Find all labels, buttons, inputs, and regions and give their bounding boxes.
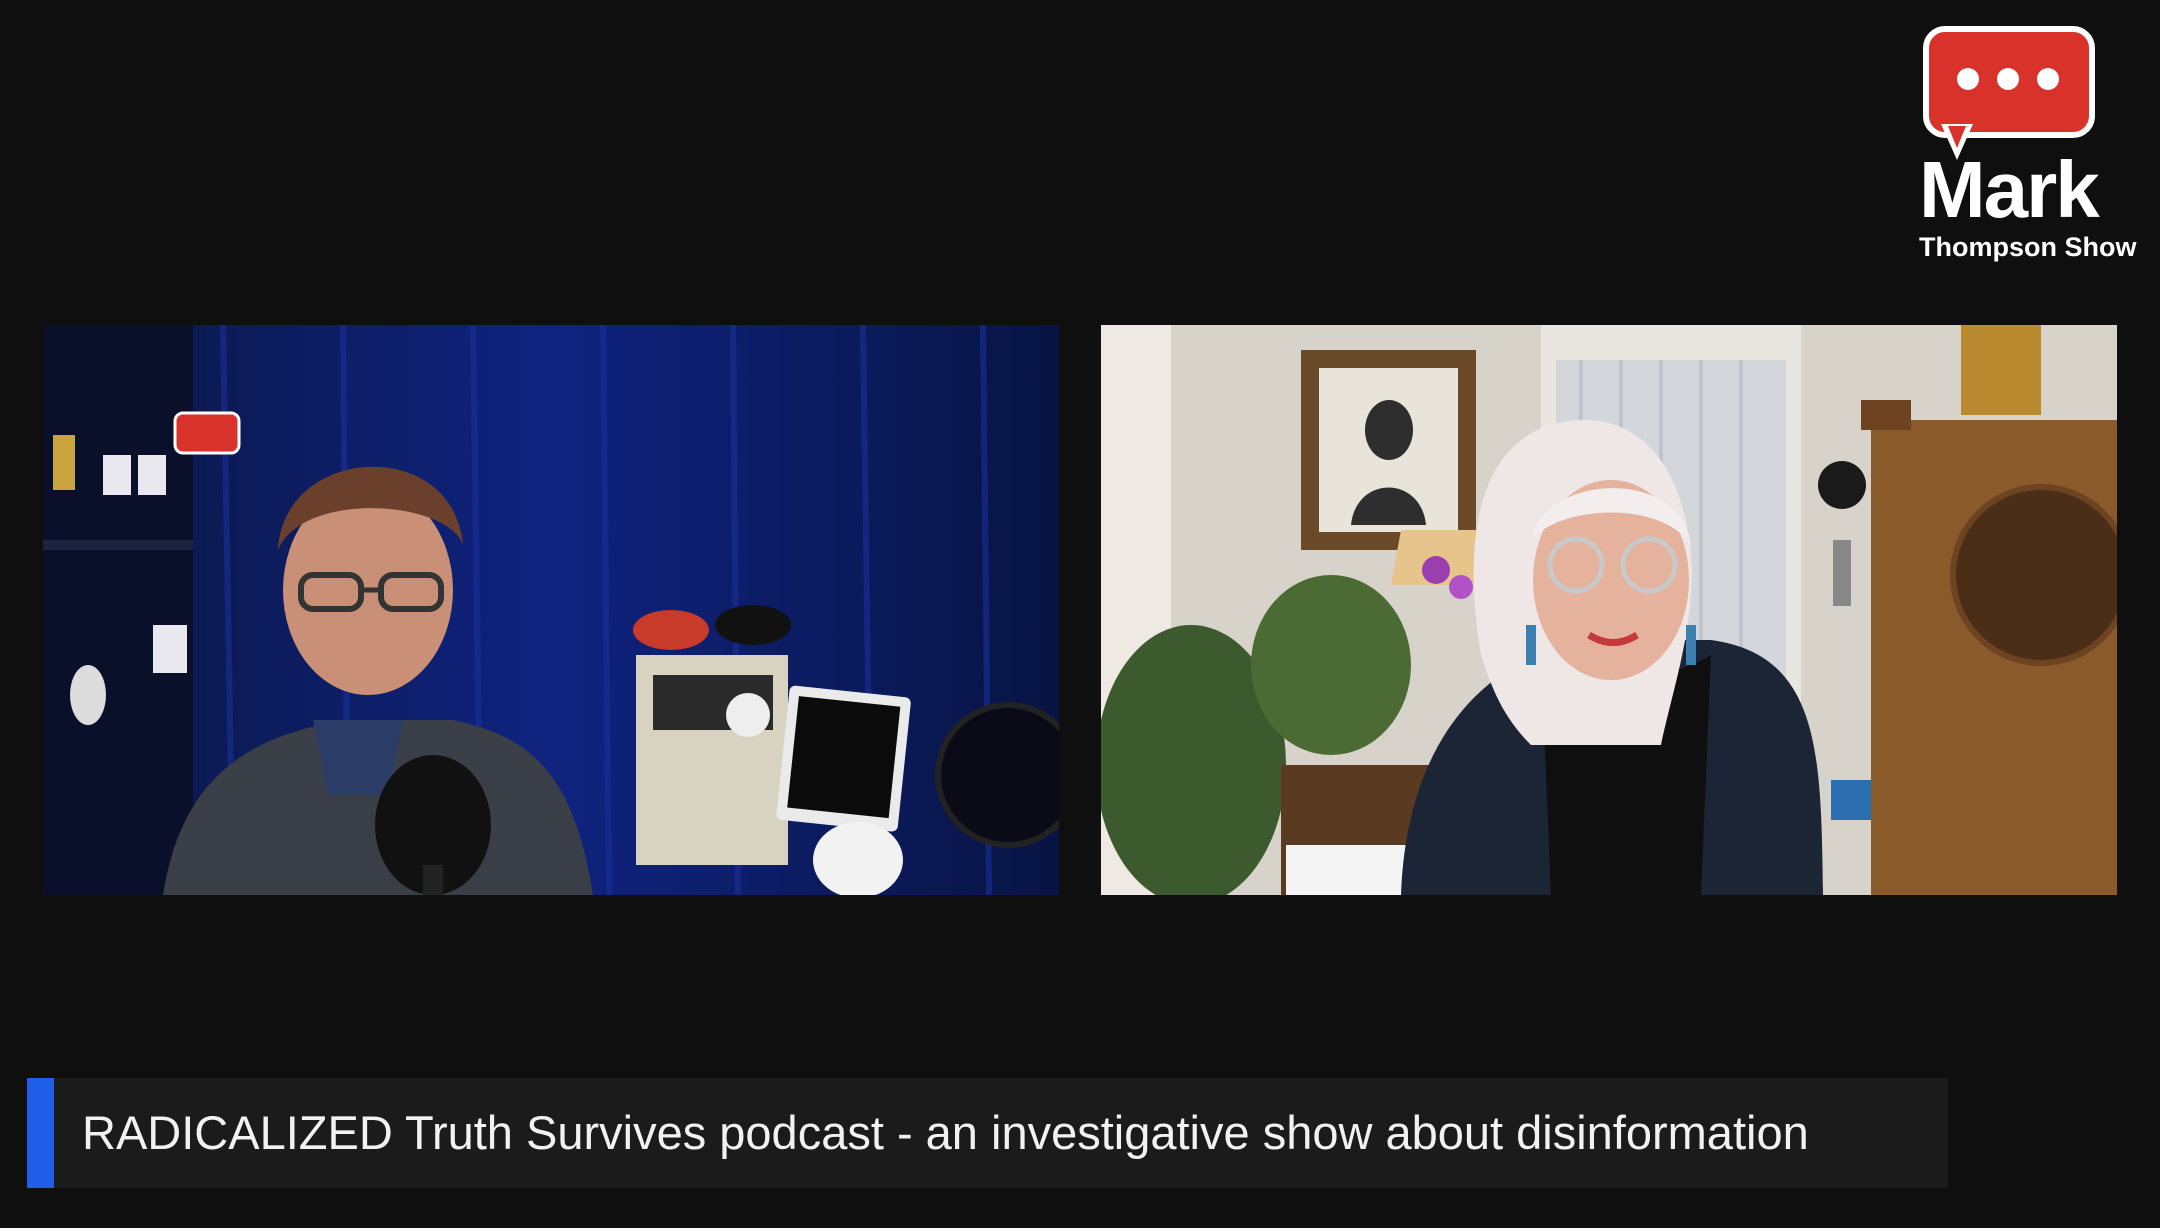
lower-third-caption: RADICALIZED Truth Survives podcast - an …: [27, 1078, 1948, 1188]
video-frame-guest: [1101, 325, 2117, 895]
logo-subtitle: Thompson Show: [1919, 232, 2137, 262]
speech-bubble-icon: [1923, 26, 2095, 138]
caption-accent-bar: [27, 1078, 54, 1188]
caption-text: RADICALIZED Truth Survives podcast - an …: [82, 1106, 1809, 1159]
host-video-image: [43, 325, 1059, 895]
logo-name: Mark: [1919, 145, 2100, 234]
show-logo: Mark Thompson Show: [1915, 26, 2136, 262]
video-frame-host: [43, 325, 1059, 895]
guest-video-image: [1101, 325, 2117, 895]
